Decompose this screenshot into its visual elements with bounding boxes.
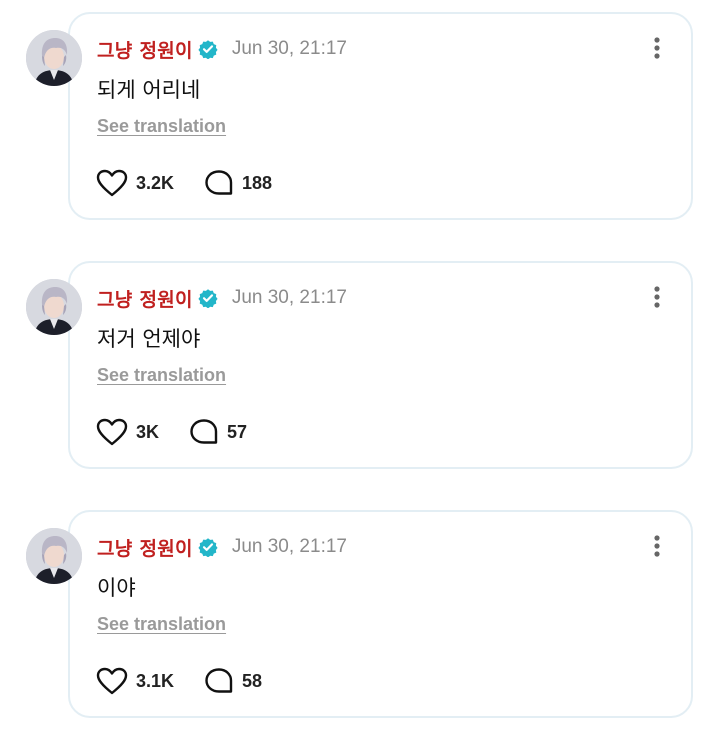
comment-bubble-icon [205,170,233,195]
heart-icon [96,418,128,446]
like-count: 3.1K [136,670,175,691]
post: 그냥 정원이 Jun 30, 21:17 되게 어리네 See translat… [0,12,720,222]
more-vertical-icon [654,286,660,308]
more-options-button[interactable] [645,283,669,311]
post-card[interactable]: 그냥 정원이 Jun 30, 21:17 저거 언제야 See translat… [68,261,693,469]
post-actions: 3.2K 188 [96,168,302,198]
post-card[interactable]: 그냥 정원이 Jun 30, 21:17 되게 어리네 See translat… [68,12,693,220]
post-timestamp: Jun 30, 21:17 [231,536,347,557]
more-options-button[interactable] [645,532,669,560]
more-vertical-icon [654,535,660,557]
comment-button[interactable]: 57 [189,418,247,446]
comment-button[interactable]: 58 [204,667,262,695]
like-button[interactable]: 3.1K [96,667,174,695]
see-translation-link[interactable]: See translation [97,365,226,386]
post-text: 저거 언제야 [97,327,201,351]
comment-count: 188 [242,172,273,193]
post-timestamp: Jun 30, 21:17 [231,38,347,59]
comment-bubble-icon [190,419,218,444]
comment-button[interactable]: 188 [204,169,272,197]
like-button[interactable]: 3.2K [96,169,174,197]
author-name[interactable]: 그냥 정원이 [97,534,193,561]
like-count: 3.2K [136,172,175,193]
post-timestamp: Jun 30, 21:17 [231,287,347,308]
post-actions: 3K 57 [96,417,277,447]
avatar[interactable] [26,528,82,584]
post-header: 그냥 정원이 Jun 30, 21:17 [97,36,347,62]
like-button[interactable]: 3K [96,418,159,446]
like-count: 3K [136,421,160,442]
heart-icon [96,169,128,197]
comment-bubble-icon [205,668,233,693]
post-feed: 그냥 정원이 Jun 30, 21:17 되게 어리네 See translat… [0,0,720,744]
heart-icon [96,667,128,695]
post-text: 되게 어리네 [97,78,201,102]
post-actions: 3.1K 58 [96,666,292,696]
see-translation-link[interactable]: See translation [97,116,226,137]
avatar[interactable] [26,279,82,335]
comment-count: 57 [227,421,248,442]
author-name[interactable]: 그냥 정원이 [97,36,193,63]
post-header: 그냥 정원이 Jun 30, 21:17 [97,534,347,560]
see-translation-link[interactable]: See translation [97,614,226,635]
post: 그냥 정원이 Jun 30, 21:17 이야 See translation … [0,510,720,720]
comment-count: 58 [242,670,263,691]
post-card[interactable]: 그냥 정원이 Jun 30, 21:17 이야 See translation … [68,510,693,718]
verified-badge-icon [198,39,218,59]
post-text: 이야 [97,576,136,600]
more-options-button[interactable] [645,34,669,62]
more-vertical-icon [654,37,660,59]
author-name[interactable]: 그냥 정원이 [97,285,193,312]
post: 그냥 정원이 Jun 30, 21:17 저거 언제야 See translat… [0,261,720,471]
post-header: 그냥 정원이 Jun 30, 21:17 [97,285,347,311]
verified-badge-icon [198,537,218,557]
avatar[interactable] [26,30,82,86]
verified-badge-icon [198,288,218,308]
